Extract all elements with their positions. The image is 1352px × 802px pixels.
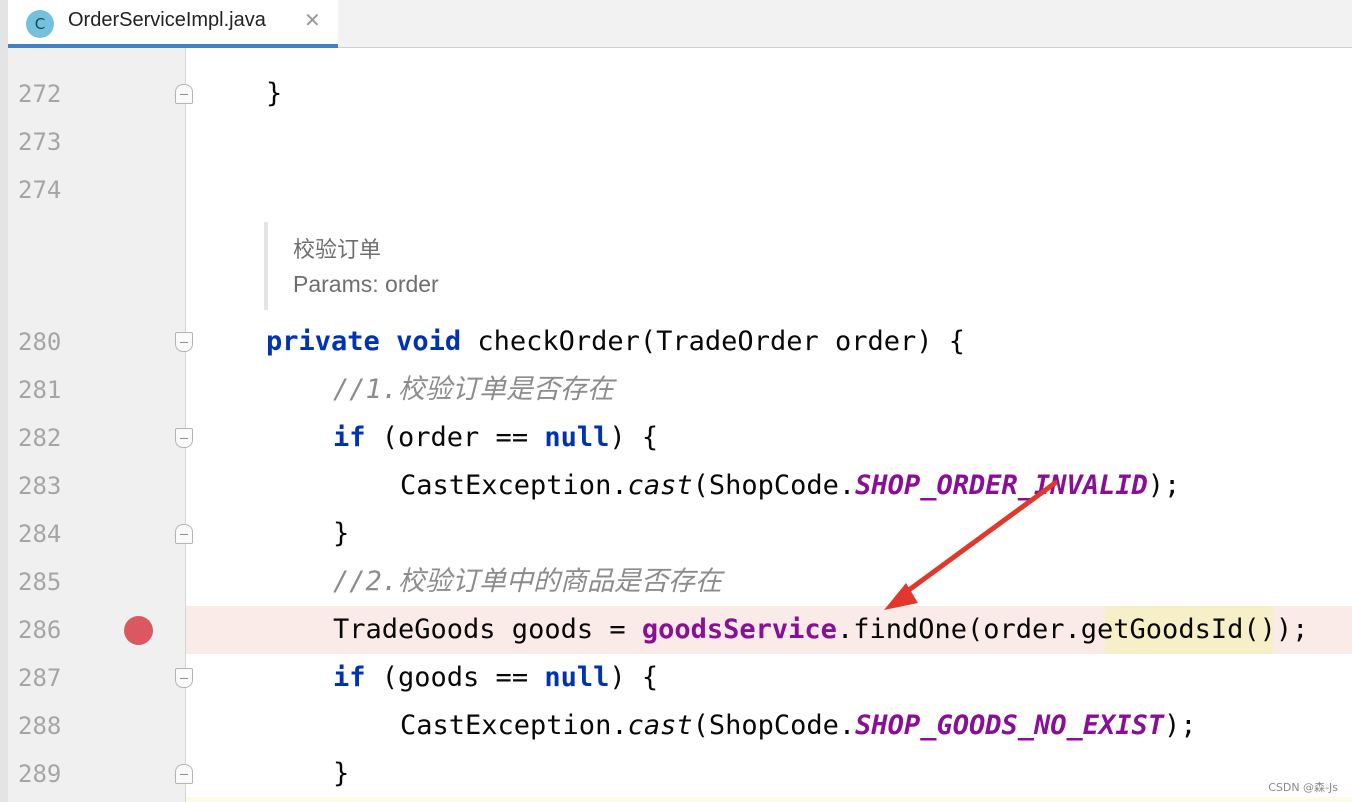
line-number: 283 bbox=[18, 472, 62, 500]
condition-text: (goods == bbox=[365, 662, 545, 693]
closing-brace: } bbox=[266, 78, 283, 109]
line-number: 274 bbox=[18, 176, 62, 204]
breakpoint-icon[interactable] bbox=[124, 616, 153, 645]
fold-start-icon[interactable] bbox=[175, 428, 193, 448]
enum-constant: SHOP_ORDER_INVALID bbox=[855, 470, 1148, 501]
code-line-280[interactable]: private void checkOrder(TradeOrder order… bbox=[266, 326, 965, 358]
close-icon[interactable]: ✕ bbox=[304, 8, 321, 32]
method-call: .findOne(order. bbox=[836, 614, 1081, 645]
keyword-if: if bbox=[333, 422, 366, 453]
line-number: 287 bbox=[18, 664, 62, 692]
keyword-if: if bbox=[333, 662, 366, 693]
getter-call: getGoodsId bbox=[1080, 614, 1244, 645]
line-number: 280 bbox=[18, 328, 62, 356]
fold-end-icon[interactable] bbox=[175, 764, 193, 784]
arg-prefix: (ShopCode. bbox=[692, 710, 856, 741]
statement-end: ); bbox=[1147, 470, 1181, 501]
tab-title: OrderServiceImpl.java bbox=[68, 9, 266, 31]
keyword-private: private bbox=[266, 326, 380, 357]
code-line-272[interactable]: } bbox=[266, 78, 282, 110]
line-number: 272 bbox=[18, 80, 62, 108]
condition-text: (order == bbox=[365, 422, 545, 453]
code-line-287[interactable]: if (goods == null) { bbox=[333, 662, 658, 694]
keyword-null: null bbox=[544, 662, 610, 693]
statement-end: ()); bbox=[1243, 614, 1309, 645]
line-number: 285 bbox=[18, 568, 62, 596]
comment-text: //2.校验订单中的商品是否存在 bbox=[333, 566, 723, 597]
code-line-282[interactable]: if (order == null) { bbox=[333, 422, 658, 454]
closing-brace: } bbox=[333, 758, 350, 789]
declaration: TradeGoods goods = bbox=[333, 614, 642, 645]
class-ref: CastException. bbox=[400, 470, 628, 501]
code-line-286[interactable]: TradeGoods goods = goodsService.findOne(… bbox=[333, 614, 1308, 646]
line-number: 289 bbox=[18, 760, 62, 788]
keyword-null: null bbox=[544, 422, 610, 453]
code-line-288[interactable]: CastException.cast(ShopCode.SHOP_GOODS_N… bbox=[400, 710, 1197, 742]
closing-brace: } bbox=[333, 518, 350, 549]
class-ref: CastException. bbox=[400, 710, 628, 741]
watermark: CSDN @森-Js bbox=[1268, 781, 1338, 794]
method-signature: checkOrder(TradeOrder order) { bbox=[461, 326, 966, 357]
annotation-arrow bbox=[884, 480, 1058, 610]
caret-row-highlight bbox=[186, 797, 1352, 802]
condition-end: ) { bbox=[609, 662, 659, 693]
code-line-283[interactable]: CastException.cast(ShopCode.SHOP_ORDER_I… bbox=[400, 470, 1180, 502]
fold-end-icon[interactable] bbox=[175, 524, 193, 544]
rendered-javadoc[interactable]: 校验订单 Params: order bbox=[264, 222, 864, 310]
comment-text: //1.校验订单是否存在 bbox=[333, 374, 615, 405]
arg-prefix: (ShopCode. bbox=[692, 470, 856, 501]
static-method: cast bbox=[627, 710, 693, 741]
fold-end-icon[interactable] bbox=[175, 84, 193, 104]
line-number: 288 bbox=[18, 712, 62, 740]
line-number: 282 bbox=[18, 424, 62, 452]
code-line-285[interactable]: //2.校验订单中的商品是否存在 bbox=[333, 566, 722, 598]
line-number: 286 bbox=[18, 616, 62, 644]
static-method: cast bbox=[627, 470, 693, 501]
line-number: 281 bbox=[18, 376, 62, 404]
line-number: 284 bbox=[18, 520, 62, 548]
doc-description: 校验订单 bbox=[293, 238, 382, 263]
condition-end: ) { bbox=[609, 422, 659, 453]
code-line-284[interactable]: } bbox=[333, 518, 349, 550]
enum-constant: SHOP_GOODS_NO_EXIST bbox=[855, 710, 1165, 741]
java-class-icon: C bbox=[26, 10, 54, 38]
code-line-281[interactable]: //1.校验订单是否存在 bbox=[333, 374, 614, 406]
field-ref: goodsService bbox=[641, 614, 837, 645]
statement-end: ); bbox=[1164, 710, 1197, 741]
tab-orderserviceimpl[interactable]: C OrderServiceImpl.java ✕ bbox=[8, 0, 338, 48]
code-line-289[interactable]: } bbox=[333, 758, 349, 790]
keyword-void: void bbox=[396, 326, 462, 357]
fold-start-icon[interactable] bbox=[175, 332, 193, 352]
left-edge-strip bbox=[0, 0, 8, 802]
editor-tab-bar: C OrderServiceImpl.java ✕ bbox=[8, 0, 1352, 48]
fold-start-icon[interactable] bbox=[175, 668, 193, 688]
line-number: 273 bbox=[18, 128, 62, 156]
doc-params: Params: order bbox=[293, 271, 439, 297]
